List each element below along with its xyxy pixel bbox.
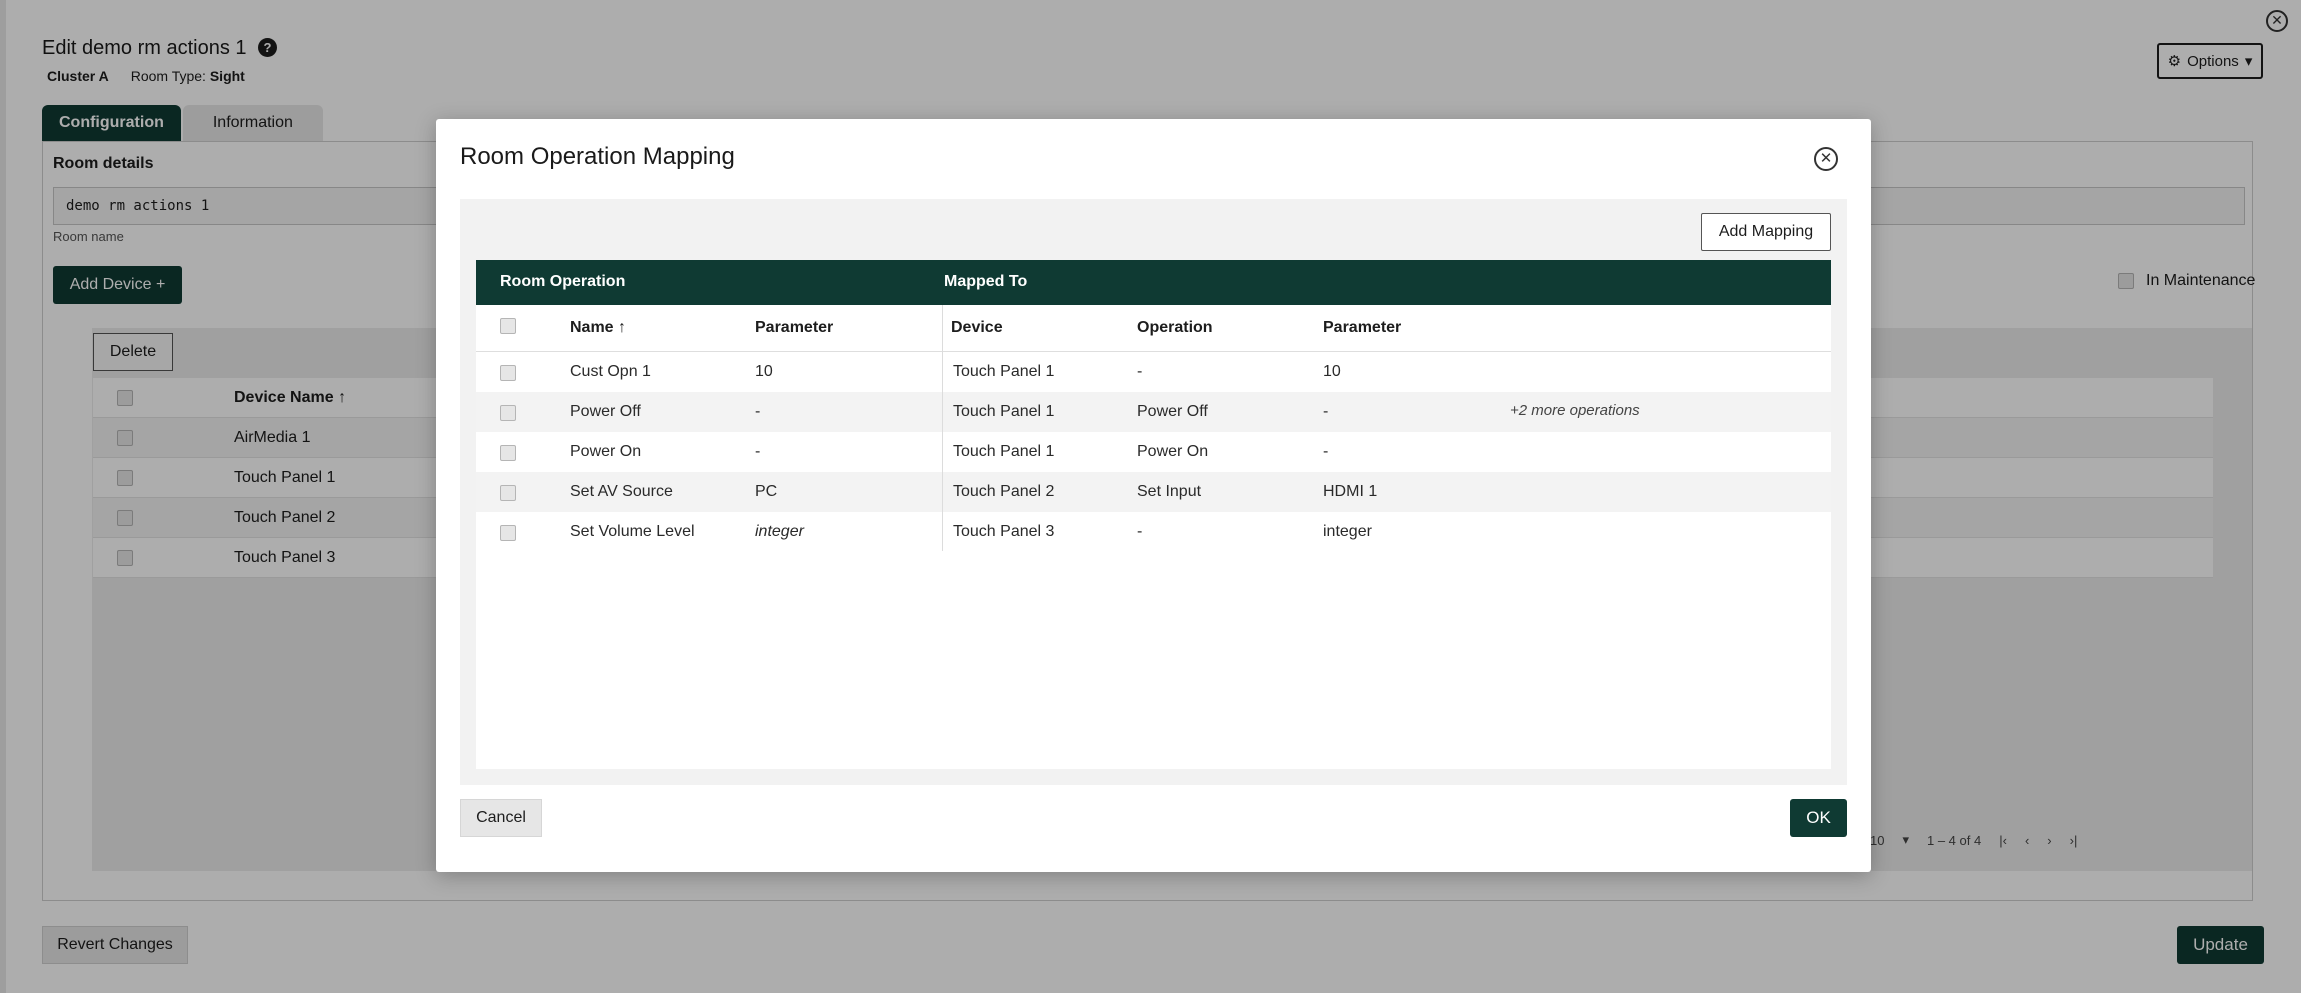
mapped-parameter-column-header[interactable]: Parameter [1323, 319, 1401, 337]
mapped-device: Touch Panel 1 [953, 363, 1055, 380]
mapped-to-group-header: Mapped To [944, 273, 1028, 290]
operation-name: Power Off [570, 403, 641, 420]
row-checkbox[interactable] [500, 445, 516, 461]
operation-name: Set AV Source [570, 483, 673, 500]
row-checkbox[interactable] [500, 365, 516, 381]
operation-parameter: - [755, 403, 761, 420]
mapped-device: Touch Panel 3 [953, 523, 1055, 540]
operation-parameter: 10 [755, 363, 773, 380]
row-checkbox[interactable] [500, 525, 516, 541]
table-row[interactable]: Set Volume Level integer Touch Panel 3 -… [476, 512, 1831, 552]
table-row[interactable]: Power On - Touch Panel 1 Power On - [476, 432, 1831, 472]
mapped-parameter: - [1323, 443, 1329, 460]
more-operations-link[interactable]: +2 more operations [1510, 402, 1640, 419]
mapping-table: Room Operation Mapped To Name ↑ Paramete… [476, 260, 1831, 769]
room-operation-mapping-dialog: Room Operation Mapping ✕ Add Mapping Roo… [436, 119, 1871, 872]
mapped-operation: - [1137, 363, 1143, 380]
operation-name: Cust Opn 1 [570, 363, 651, 380]
operation-column-header[interactable]: Operation [1137, 319, 1213, 337]
operation-name: Power On [570, 443, 642, 460]
ok-button[interactable]: OK [1790, 799, 1847, 837]
add-mapping-button[interactable]: Add Mapping [1701, 213, 1831, 251]
group-header-row: Room Operation Mapped To [476, 260, 1831, 305]
mapped-device: Touch Panel 2 [953, 483, 1055, 500]
device-column-header[interactable]: Device [951, 319, 1003, 337]
mapped-parameter: 10 [1323, 363, 1341, 380]
column-header-row: Name ↑ Parameter Device Operation Parame… [476, 305, 1831, 352]
close-icon[interactable]: ✕ [1814, 147, 1838, 171]
cancel-button[interactable]: Cancel [460, 799, 542, 837]
operation-name: Set Volume Level [570, 523, 695, 540]
mapped-operation: Power Off [1137, 403, 1208, 420]
dialog-body: Add Mapping Room Operation Mapped To Nam… [460, 199, 1847, 785]
table-row[interactable]: Cust Opn 1 10 Touch Panel 1 - 10 [476, 352, 1831, 392]
operation-parameter: PC [755, 483, 778, 500]
select-all-checkbox[interactable] [500, 318, 516, 334]
room-operation-group-header: Room Operation [500, 273, 626, 290]
name-column-header[interactable]: Name ↑ [570, 319, 626, 337]
mapped-device: Touch Panel 1 [953, 443, 1055, 460]
operation-parameter: integer [755, 523, 804, 540]
mapped-parameter: integer [1323, 523, 1372, 540]
mapped-device: Touch Panel 1 [953, 403, 1055, 420]
table-row[interactable]: Set AV Source PC Touch Panel 2 Set Input… [476, 472, 1831, 512]
column-group-divider [942, 305, 943, 551]
dialog-title: Room Operation Mapping [460, 143, 735, 170]
mapped-operation: Set Input [1137, 483, 1202, 500]
mapped-parameter: - [1323, 403, 1329, 420]
mapped-parameter: HDMI 1 [1323, 483, 1378, 500]
operation-parameter: - [755, 443, 761, 460]
parameter-column-header[interactable]: Parameter [755, 319, 833, 337]
row-checkbox[interactable] [500, 405, 516, 421]
mapped-operation: - [1137, 523, 1143, 540]
mapped-operation: Power On [1137, 443, 1209, 460]
table-row[interactable]: Power Off - Touch Panel 1 Power Off - +2… [476, 392, 1831, 432]
row-checkbox[interactable] [500, 485, 516, 501]
